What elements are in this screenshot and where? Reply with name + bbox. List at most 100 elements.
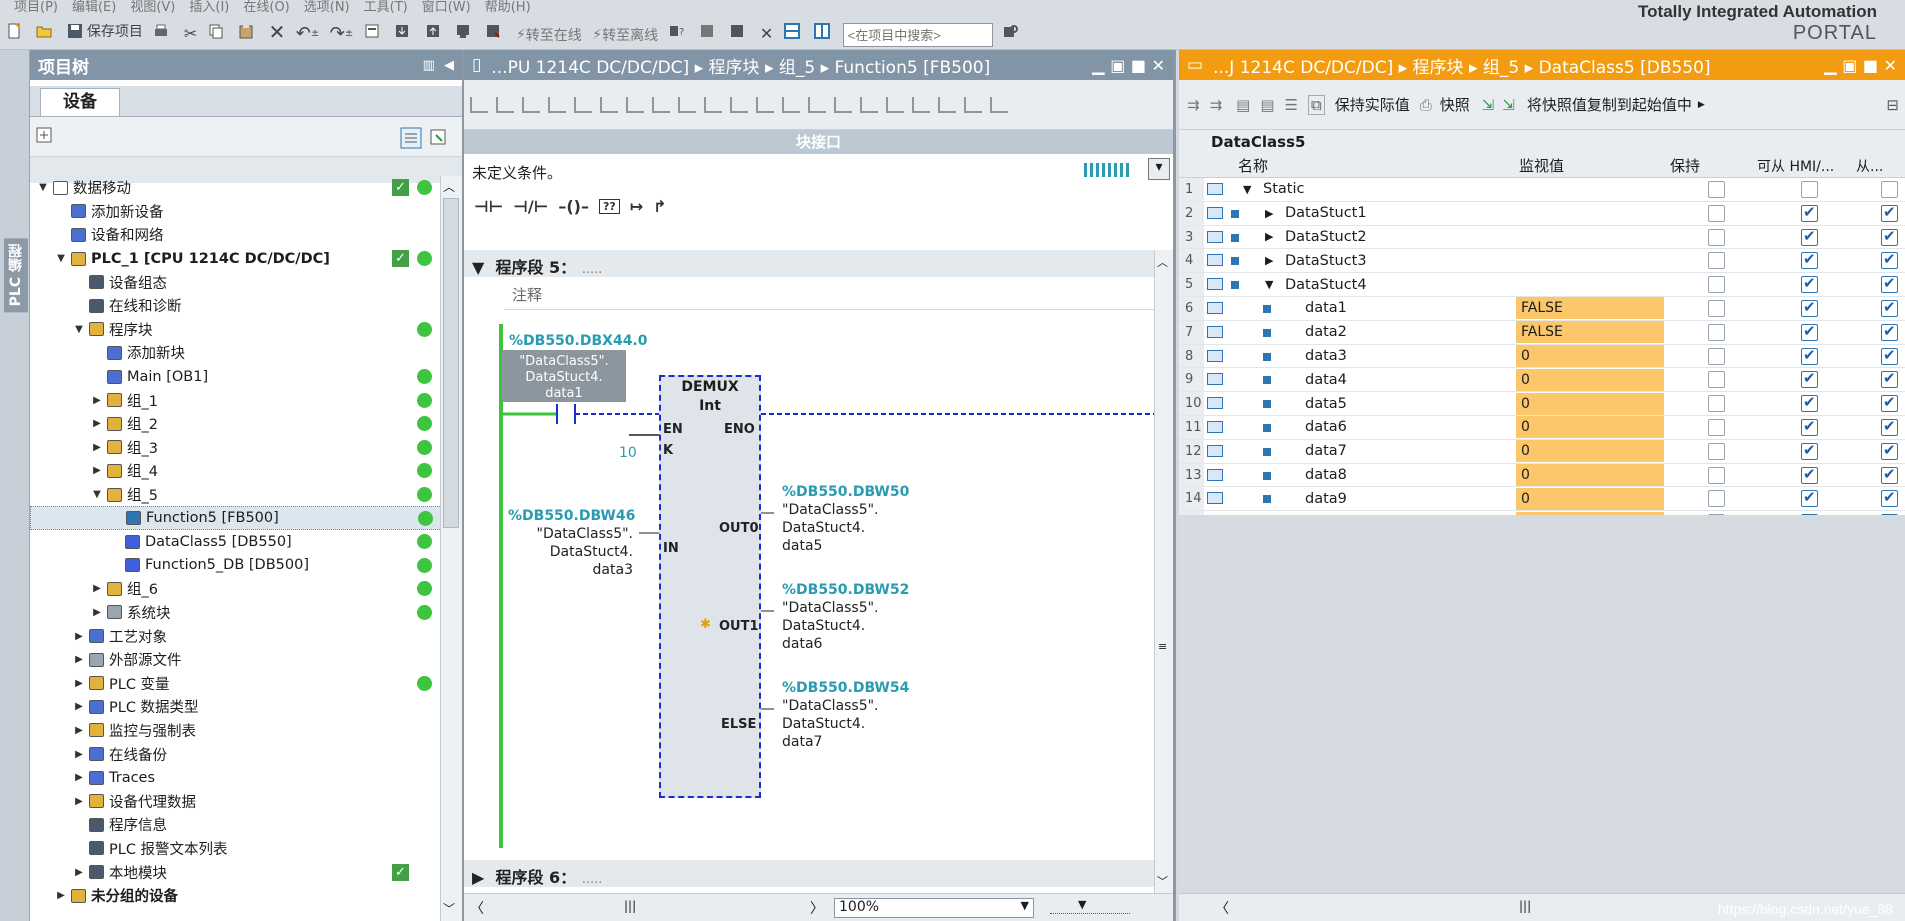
maximize-icon[interactable]: ■ [1131,56,1146,75]
db-crumb-1[interactable]: ...J 1214C DC/DC/DC] [1213,58,1393,78]
hmi-checkbox[interactable] [1801,346,1818,365]
from-checkbox[interactable] [1881,322,1898,341]
add-item-icon[interactable] [36,127,52,143]
block-interface-bar[interactable]: 块接口 [464,130,1173,154]
stop-cpu-button[interactable] [729,16,749,46]
cross-ref-button[interactable]: ✕ [760,19,773,49]
en-operand-box[interactable]: "DataClass5". DataStuct4. data1 [502,350,626,402]
hmi-checkbox[interactable] [1801,322,1818,341]
hscroll-left-icon[interactable]: 〈 [470,898,484,918]
expand-icon[interactable]: ▶ [1265,230,1273,243]
from-checkbox[interactable] [1881,298,1898,317]
tree-item[interactable]: PLC 报警文本列表 [30,837,450,861]
tree-item[interactable]: ▼ 组_5 [30,483,450,507]
open-project-button[interactable] [36,16,56,46]
add-row-icon[interactable]: ⇉ [1210,96,1223,114]
menu-item[interactable]: 插入(I) [189,1,229,14]
from-checkbox[interactable] [1881,488,1898,508]
col-retain[interactable]: 保持 [1670,155,1700,176]
plc-programming-sidetab[interactable]: PLC 编程 [0,50,30,921]
tree-item[interactable]: ▼ 程序块 [30,318,450,342]
tree-item[interactable]: ▶ 设备代理数据 [30,789,450,813]
db-row[interactable]: 3 ▶ DataStuct2 [1179,225,1905,250]
keep-values-button[interactable]: 保持实际值 [1335,94,1410,115]
expand-icon[interactable]: ▶ [1265,254,1273,267]
list-icon[interactable]: ☰ [1285,96,1298,114]
db-crumb-3[interactable]: 组_5 [1483,58,1519,78]
compile-button[interactable] [364,16,384,46]
view-mode-icon[interactable] [938,97,956,113]
from-checkbox[interactable] [1881,274,1898,294]
editor-scroll-down-icon[interactable]: ﹀ [1157,873,1168,889]
no-contact-icon[interactable]: ⊣⊢ [474,197,503,216]
expand-icon[interactable]: ▶ [72,725,86,736]
tree-item[interactable]: ▶ PLC 变量 [30,671,450,695]
start-cpu-button[interactable] [699,16,719,46]
collapse-icon[interactable]: ▼ [36,182,50,193]
tree-item[interactable]: ▼ 数据移动 ✓ [30,176,450,200]
row-name[interactable]: data1 [1305,300,1347,316]
undo-button[interactable]: ↶ ± [296,19,319,49]
db-row[interactable]: 11 data6 0 [1179,415,1905,440]
overview-icon[interactable] [430,129,446,145]
retain-checkbox[interactable] [1708,418,1725,436]
zoom-slider[interactable]: ▼ [1050,898,1130,914]
from-checkbox[interactable] [1881,203,1898,222]
load-start-icon[interactable]: ⇲ [1502,96,1515,114]
dropdown-icon[interactable] [600,97,618,113]
show-list-icon[interactable] [860,97,878,113]
col-monitor[interactable]: 监视值 [1519,155,1564,176]
expand-icon[interactable]: ▶ [90,583,104,594]
row-name[interactable]: Static [1263,181,1304,197]
favorites-icon[interactable] [756,97,774,113]
editor-crumb-4[interactable]: Function5 [FB500] [835,58,991,78]
hmi-checkbox[interactable] [1801,417,1818,436]
retain-checkbox[interactable] [1708,347,1725,365]
row-name[interactable]: DataStuct1 [1285,205,1367,221]
tree-item[interactable]: 程序信息 [30,813,450,837]
tree-item[interactable]: ▶ 组_3 [30,436,450,460]
collapse-icon[interactable]: ▼ [54,253,68,264]
snapshot-button[interactable]: 快照 [1440,94,1470,115]
add-output-icon[interactable]: ✱ [700,617,711,632]
maximize-icon[interactable]: ■ [1863,56,1878,75]
expand-icon[interactable]: ▶ [72,701,86,712]
scroll-down-icon[interactable]: ﹀ [443,900,455,917]
from-checkbox[interactable] [1881,181,1898,198]
db-hscroll-left-icon[interactable]: 〈 [1215,898,1229,918]
demux-block[interactable]: DEMUX Int [659,375,761,798]
comment-icon[interactable] [730,97,748,113]
copy-snapshot-button[interactable]: 将快照值复制到起始值中 [1527,94,1692,115]
collapse-panel-icon[interactable]: ◀ [444,58,454,73]
menu-item[interactable]: 编辑(E) [72,1,116,14]
out1-operand[interactable]: %DB550.DBW52 "DataClass5". DataStuct4. d… [782,581,909,653]
scroll-thumb[interactable] [443,198,459,528]
tree-item[interactable]: 添加新块 [30,341,450,365]
hmi-checkbox[interactable] [1801,274,1818,294]
else-operand[interactable]: %DB550.DBW54 "DataClass5". DataStuct4. d… [782,679,909,751]
hmi-checkbox[interactable] [1801,227,1818,246]
row-name[interactable]: data6 [1305,419,1347,435]
from-checkbox[interactable] [1881,227,1898,246]
hmi-checkbox[interactable] [1801,298,1818,317]
expand-icon[interactable]: ▶ [90,442,104,453]
retain-checkbox[interactable] [1708,323,1725,341]
empty-box-icon[interactable]: ?? [598,198,620,214]
menu-item[interactable]: 选项(N) [304,1,350,14]
from-checkbox[interactable] [1881,250,1898,270]
open-branch-icon[interactable]: ↦ [630,197,643,216]
db-crumb-4[interactable]: DataClass5 [DB550] [1539,58,1711,78]
accessible-devices-button[interactable]: ? [669,16,689,46]
editor-crumb-1[interactable]: ...PU 1214C DC/DC/DC] [491,58,689,78]
add-row-icon[interactable] [548,97,566,113]
hmi-checkbox[interactable] [1801,181,1818,198]
hmi-checkbox[interactable] [1801,369,1818,389]
expand-networks-icon[interactable] [704,97,722,113]
editor-crumb-2[interactable]: 程序块 [709,58,760,78]
download-button[interactable] [394,16,414,46]
db-row[interactable]: 9 data4 0 [1179,368,1905,393]
row-name[interactable]: DataStuct2 [1285,229,1367,245]
copy-button[interactable] [208,16,228,46]
tree-item[interactable]: ▶ 系统块 [30,601,450,625]
retain-checkbox[interactable] [1708,252,1725,270]
